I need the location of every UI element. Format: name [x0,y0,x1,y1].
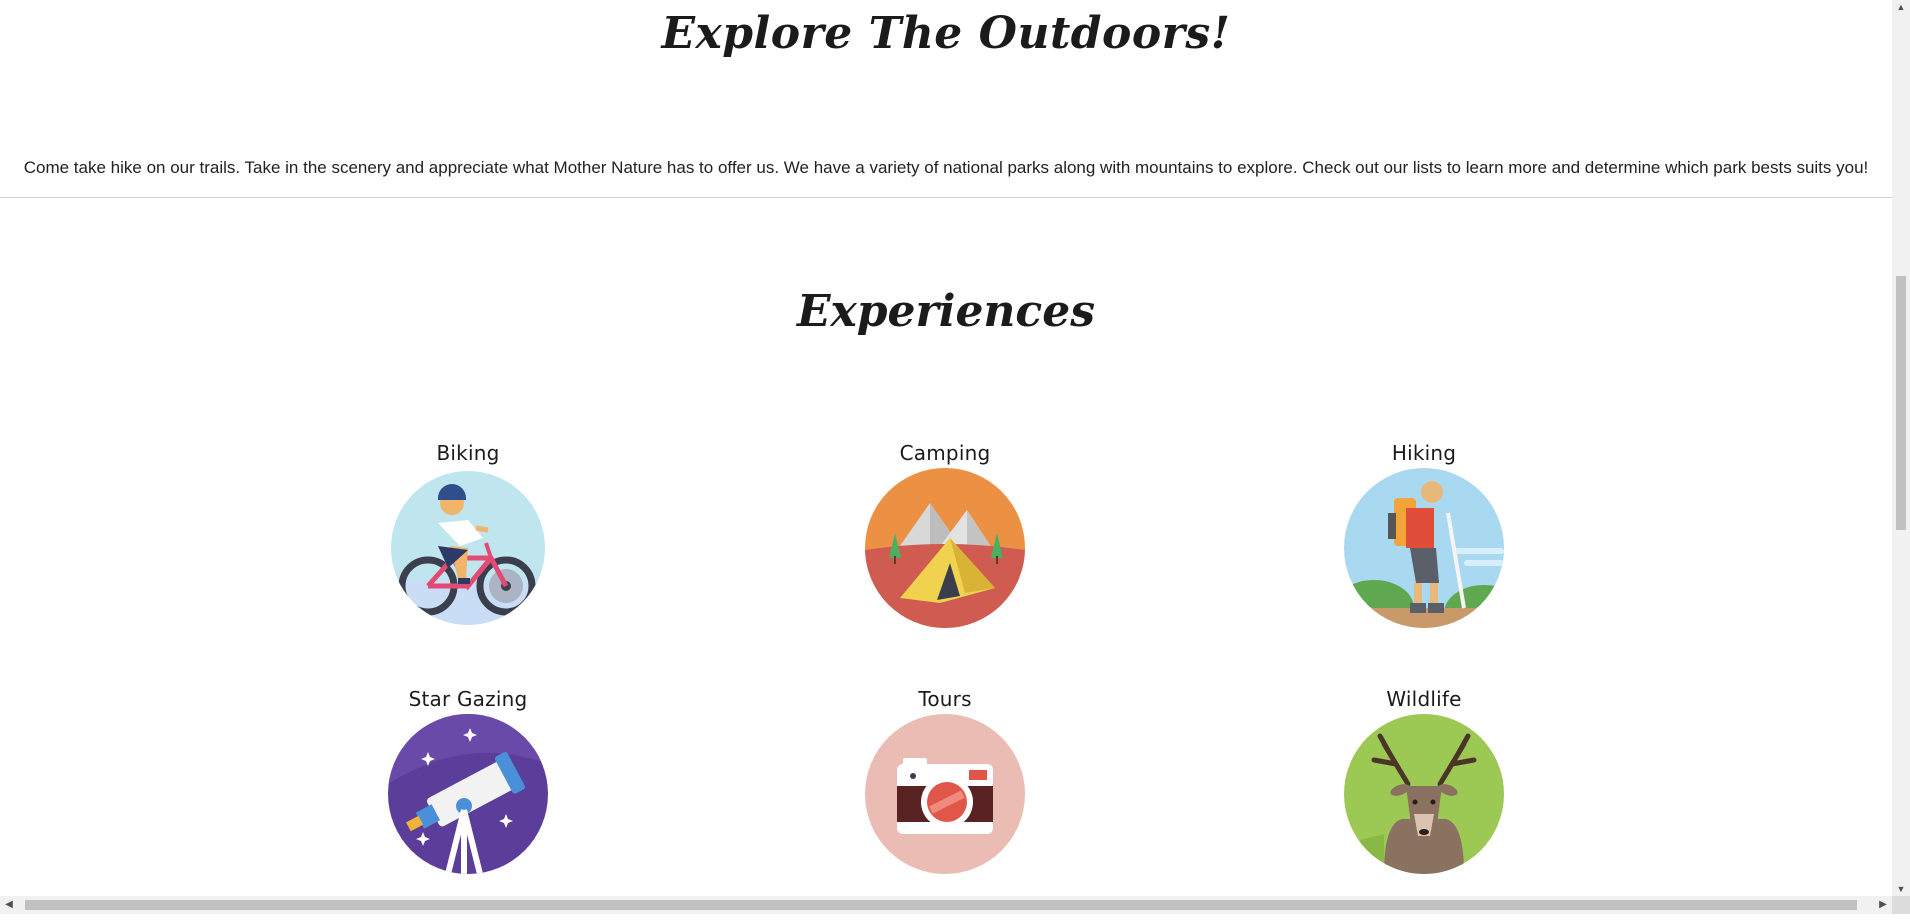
scrollbar-corner [1892,896,1910,914]
scroll-right-arrow-icon[interactable]: ▶ [1874,896,1892,914]
section-divider [0,197,1892,198]
scroll-up-arrow-icon[interactable]: ▲ [1892,0,1910,14]
camera-icon [865,714,1025,874]
horizontal-scrollbar[interactable]: ◀ ▶ [0,896,1892,914]
page-title: Explore The Outdoors! [661,8,1231,59]
vertical-scroll-thumb[interactable] [1896,276,1906,530]
intro-text: Come take hike on our trails. Take in th… [23,158,1869,177]
experience-card-camping[interactable]: Camping [855,438,1035,628]
page-content: Explore The Outdoors! Come take hike on … [0,0,1892,896]
experience-card-biking[interactable]: Biking [378,438,558,628]
vertical-scrollbar[interactable]: ▲ ▼ [1892,0,1910,896]
window-bottom-edge [0,914,1910,922]
experience-title: Wildlife [1386,687,1462,711]
scroll-down-arrow-icon[interactable]: ▼ [1892,882,1910,896]
experience-card-tours[interactable]: Tours [855,684,1035,874]
experiences-heading: Experiences [797,286,1095,337]
horizontal-scroll-thumb[interactable] [25,900,1857,910]
experience-title: Tours [918,687,972,711]
deer-icon [1344,714,1504,874]
experience-card-star-gazing[interactable]: Star Gazing [378,684,558,874]
experience-title: Camping [899,441,991,465]
experience-title: Biking [436,441,500,465]
experience-title: Star Gazing [408,687,528,711]
experience-card-wildlife[interactable]: Wildlife [1334,684,1514,874]
biking-icon [391,471,545,625]
hiking-icon [1344,468,1504,628]
scroll-left-arrow-icon[interactable]: ◀ [0,896,18,914]
experience-card-hiking[interactable]: Hiking [1334,438,1514,628]
star-gazing-icon [388,714,548,874]
camping-icon [865,468,1025,628]
experience-title: Hiking [1391,441,1457,465]
